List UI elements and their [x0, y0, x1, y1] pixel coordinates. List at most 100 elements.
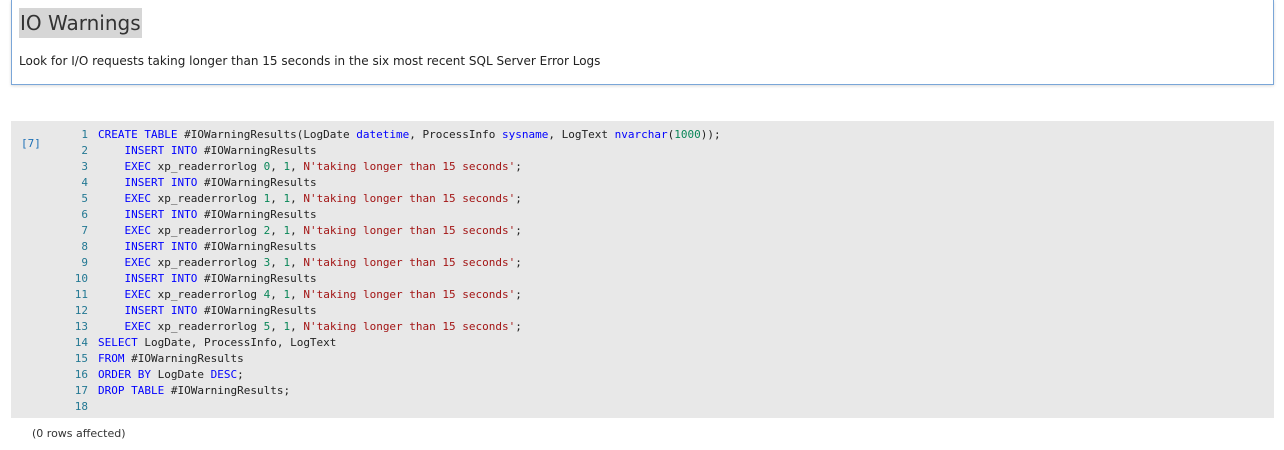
line-number: 1: [81, 128, 88, 141]
code-token: ,: [270, 256, 284, 269]
code-token: ,: [270, 320, 284, 333]
code-line: 15 FROM #IOWarningResults: [61, 351, 721, 367]
code-token: LogDate: [150, 368, 211, 381]
code-token: INSERT INTO: [124, 304, 198, 317]
code-token: ,: [290, 192, 304, 205]
line-number: 11: [74, 288, 88, 301]
code-text: FROM #IOWarningResults: [98, 351, 244, 367]
code-token: #IOWarningResults: [197, 304, 317, 317]
code-token: ORDER BY: [98, 368, 151, 381]
code-token: ,: [270, 288, 284, 301]
code-text: INSERT INTO #IOWarningResults: [98, 207, 317, 223]
code-token: ;: [515, 224, 522, 237]
line-number: 9: [81, 256, 88, 269]
code-token: 1000: [674, 128, 701, 141]
code-token: xp_readerrorlog: [151, 160, 264, 173]
code-token: INSERT INTO: [124, 176, 198, 189]
cell-output: (0 rows affected): [32, 427, 126, 440]
code-token: sysname: [502, 128, 549, 141]
code-cell[interactable]: [7] 1 CREATE TABLE #IOWarningResults(LogD…: [11, 121, 1274, 418]
code-token: N'taking longer than 15 seconds': [303, 256, 516, 269]
code-token: N'taking longer than 15 seconds': [303, 160, 516, 173]
code-token: CREATE TABLE: [98, 128, 178, 141]
code-text: EXEC xp_readerrorlog 2, 1, N'taking long…: [98, 223, 522, 239]
code-text: INSERT INTO #IOWarningResults: [98, 143, 317, 159]
code-token: xp_readerrorlog: [151, 256, 264, 269]
code-token: DESC: [210, 368, 238, 381]
code-line: 3 EXEC xp_readerrorlog 0, 1, N'taking lo…: [61, 159, 721, 175]
code-token: #IOWarningResults: [197, 272, 317, 285]
code-token: , LogText: [548, 128, 615, 141]
code-editor[interactable]: 1 CREATE TABLE #IOWarningResults(LogDate …: [61, 127, 721, 415]
code-token: EXEC: [124, 160, 152, 173]
line-number: 6: [81, 208, 88, 221]
code-line: 9 EXEC xp_readerrorlog 3, 1, N'taking lo…: [61, 255, 721, 271]
code-line: 12 INSERT INTO #IOWarningResults: [61, 303, 721, 319]
code-token: SELECT: [98, 336, 138, 349]
code-token: EXEC: [124, 256, 152, 269]
markdown-cell[interactable]: IO Warnings Look for I/O requests taking…: [11, 0, 1274, 85]
code-token: datetime: [356, 128, 410, 141]
code-token: ;: [515, 192, 522, 205]
code-token: INSERT INTO: [124, 240, 198, 253]
line-number: 3: [81, 160, 88, 173]
line-number: 14: [74, 336, 88, 349]
code-text: EXEC xp_readerrorlog 1, 1, N'taking long…: [98, 191, 522, 207]
code-text: CREATE TABLE #IOWarningResults(LogDate d…: [98, 127, 721, 143]
line-number: 13: [74, 320, 88, 333]
code-text: INSERT INTO #IOWarningResults: [98, 175, 317, 191]
code-token: #IOWarningResults: [197, 240, 317, 253]
code-line: 8 INSERT INTO #IOWarningResults: [61, 239, 721, 255]
code-token: ,: [290, 256, 304, 269]
code-token: ,: [290, 288, 304, 301]
cell-description: Look for I/O requests taking longer than…: [19, 54, 601, 68]
line-number: 8: [81, 240, 88, 253]
code-line: 13 EXEC xp_readerrorlog 5, 1, N'taking l…: [61, 319, 721, 335]
code-line: 18: [61, 399, 721, 415]
code-token: EXEC: [124, 288, 152, 301]
code-token: ;: [515, 288, 522, 301]
code-line: 10 INSERT INTO #IOWarningResults: [61, 271, 721, 287]
code-line: 14 SELECT LogDate, ProcessInfo, LogText: [61, 335, 721, 351]
cell-heading: IO Warnings: [19, 8, 142, 38]
code-token: xp_readerrorlog: [151, 288, 264, 301]
code-line: 1 CREATE TABLE #IOWarningResults(LogDate …: [61, 127, 721, 143]
code-token: ;: [515, 256, 522, 269]
code-text: SELECT LogDate, ProcessInfo, LogText: [98, 335, 336, 351]
line-number: 12: [74, 304, 88, 317]
code-token: LogDate, ProcessInfo, LogText: [137, 336, 337, 349]
code-token: INSERT INTO: [124, 144, 198, 157]
code-token: DROP TABLE: [98, 384, 165, 397]
code-token: #IOWarningResults;: [164, 384, 291, 397]
code-token: EXEC: [124, 224, 152, 237]
line-number: 5: [81, 192, 88, 205]
code-token: #IOWarningResults: [124, 352, 244, 365]
code-line: 2 INSERT INTO #IOWarningResults: [61, 143, 721, 159]
execution-count: [7]: [21, 137, 41, 150]
line-number: 7: [81, 224, 88, 237]
code-token: #IOWarningResults: [197, 208, 317, 221]
code-token: ));: [700, 128, 721, 141]
code-line: 17 DROP TABLE #IOWarningResults;: [61, 383, 721, 399]
code-line: 11 EXEC xp_readerrorlog 4, 1, N'taking l…: [61, 287, 721, 303]
code-token: FROM: [98, 352, 125, 365]
code-token: , ProcessInfo: [409, 128, 502, 141]
code-token: EXEC: [124, 192, 152, 205]
code-text: INSERT INTO #IOWarningResults: [98, 303, 317, 319]
code-token: EXEC: [124, 320, 152, 333]
code-text: INSERT INTO #IOWarningResults: [98, 239, 317, 255]
code-token: #IOWarningResults: [197, 176, 317, 189]
line-number: 2: [81, 144, 88, 157]
code-line: 16 ORDER BY LogDate DESC;: [61, 367, 721, 383]
code-text: DROP TABLE #IOWarningResults;: [98, 383, 290, 399]
code-token: N'taking longer than 15 seconds': [303, 320, 516, 333]
code-token: ,: [290, 320, 304, 333]
